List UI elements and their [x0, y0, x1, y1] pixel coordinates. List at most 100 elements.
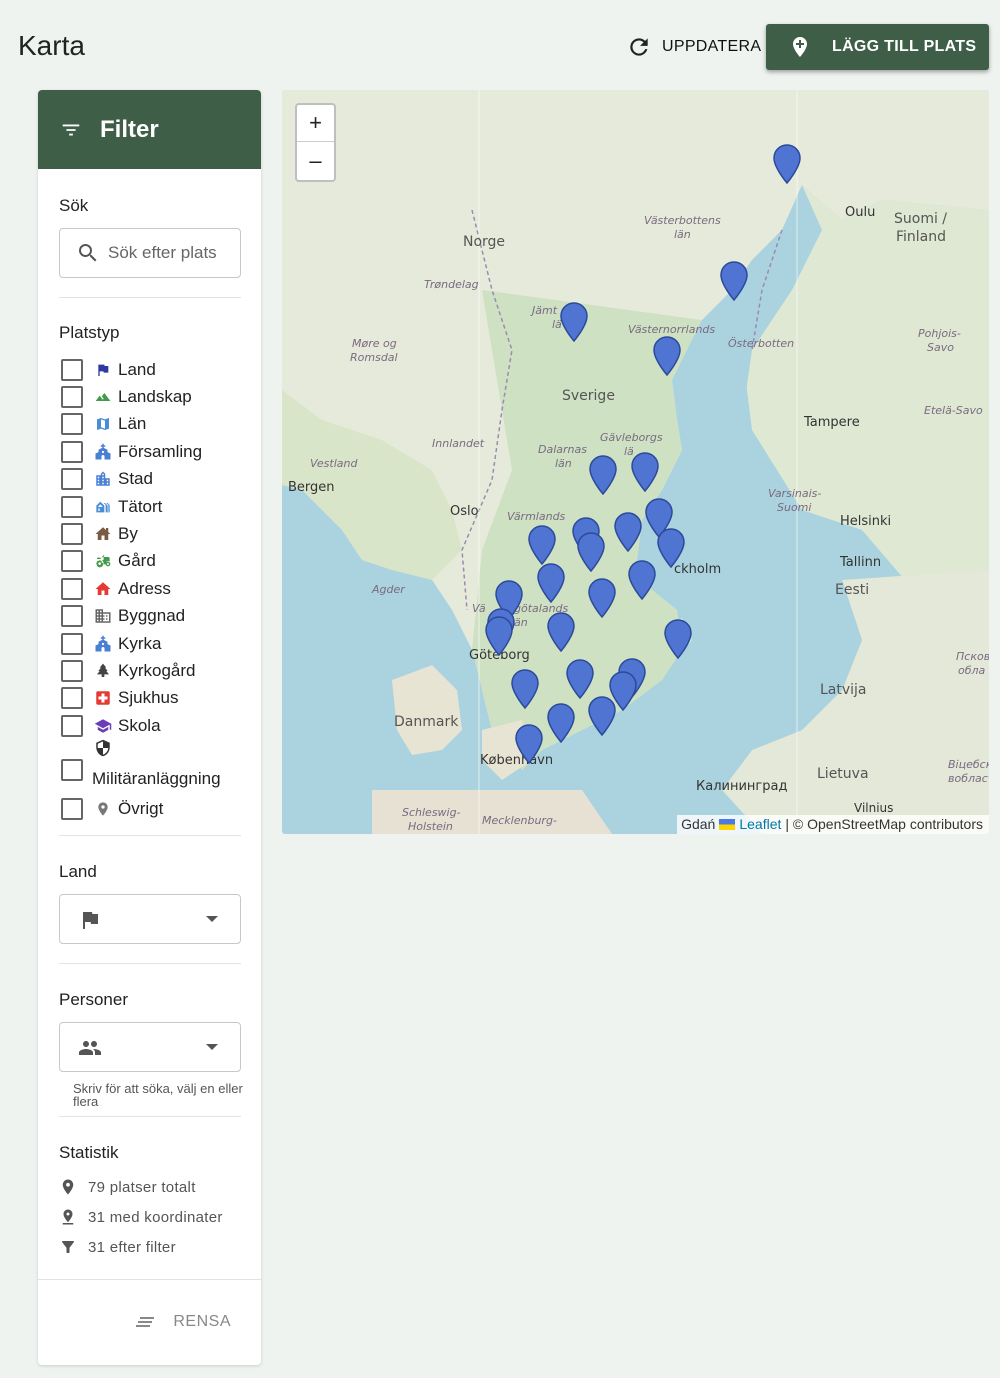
map-label-osterbotten: Österbotten — [728, 337, 795, 350]
map-label-bergen: Bergen — [288, 480, 335, 495]
map-marker[interactable] — [773, 144, 801, 185]
checkbox[interactable] — [61, 798, 83, 821]
checkbox[interactable] — [61, 358, 83, 381]
map-icon — [94, 415, 112, 433]
clear-button[interactable]: RENSA — [133, 1310, 231, 1334]
map-label-holstein: Holstein — [408, 820, 453, 833]
persons-select[interactable] — [59, 1022, 241, 1072]
place-type-label: Platstyp — [59, 323, 120, 342]
map-label-etela: Etelä-Savo — [924, 404, 983, 417]
type-option-by[interactable]: By — [59, 520, 249, 547]
type-option-byggnad[interactable]: Byggnad — [59, 603, 249, 630]
checkbox[interactable] — [61, 714, 83, 737]
type-option-landskap[interactable]: Landskap — [59, 383, 249, 410]
type-option-ovrigt[interactable]: Övrigt — [59, 795, 249, 822]
map-label-voblasts: вобласт — [948, 772, 989, 785]
map-label-oblast: обла — [958, 664, 986, 677]
place-icon — [62, 1179, 74, 1195]
ukraine-flag-icon — [719, 818, 736, 830]
type-label: Skola — [118, 715, 161, 735]
stat-filtered: 31 efter filter — [59, 1238, 176, 1256]
search-input[interactable] — [108, 243, 232, 263]
tractor-icon — [94, 552, 112, 570]
type-option-adress[interactable]: Adress — [59, 575, 249, 602]
type-option-stad[interactable]: Stad — [59, 466, 249, 493]
map-marker[interactable] — [657, 528, 685, 569]
map-marker[interactable] — [631, 452, 659, 493]
map-label-suomi2: Suomi — [777, 501, 812, 514]
checkbox[interactable] — [61, 468, 83, 491]
zoom-out-button[interactable]: – — [297, 142, 334, 179]
map-label-kaliningrad: Калининград — [696, 779, 788, 794]
search-field[interactable] — [59, 228, 241, 278]
type-label: Militäranläggning — [92, 769, 221, 789]
map-label-vestland: Vestland — [310, 457, 358, 470]
checkbox[interactable] — [61, 386, 83, 409]
map-label-vitebsk: Віцебск — [948, 758, 989, 771]
militar-label-wrap: Militäranläggning — [92, 739, 244, 795]
add-place-button[interactable]: LÄGG TILL PLATS — [766, 24, 989, 70]
city-icon — [94, 470, 112, 488]
map-label-vilnius: Vilnius — [854, 801, 894, 815]
map-marker[interactable] — [485, 616, 513, 657]
checkbox[interactable] — [61, 577, 83, 600]
leaflet-link[interactable]: Leaflet — [739, 816, 781, 832]
people-icon — [79, 1041, 101, 1055]
checkbox[interactable] — [61, 759, 83, 782]
holiday-village-icon — [94, 498, 112, 516]
hospital-icon — [94, 689, 112, 707]
type-option-sjukhus[interactable]: Sjukhus — [59, 685, 249, 712]
map-view[interactable]: Norge Sverige Suomi / Finland Eesti Latv… — [282, 90, 989, 834]
country-select[interactable] — [59, 894, 241, 944]
checkbox[interactable] — [61, 659, 83, 682]
map-marker[interactable] — [511, 669, 539, 710]
map-marker[interactable] — [588, 578, 616, 619]
type-option-tatort[interactable]: Tätort — [59, 493, 249, 520]
checkbox[interactable] — [61, 440, 83, 463]
checkbox[interactable] — [61, 687, 83, 710]
map-marker[interactable] — [547, 612, 575, 653]
map-marker[interactable] — [653, 336, 681, 377]
map-label-latvija: Latvija — [820, 682, 867, 698]
map-marker[interactable] — [589, 455, 617, 496]
type-option-forsamling[interactable]: Församling — [59, 438, 249, 465]
map-label-varsinais: Varsinais- — [768, 487, 822, 500]
map-marker[interactable] — [566, 659, 594, 700]
type-option-militar[interactable]: Militäranläggning — [59, 739, 249, 795]
checkbox[interactable] — [61, 632, 83, 655]
stat-total: 79 platser totalt — [59, 1178, 196, 1196]
type-option-kyrka[interactable]: Kyrka — [59, 630, 249, 657]
map-marker[interactable] — [614, 512, 642, 553]
checkbox[interactable] — [61, 605, 83, 628]
map-marker[interactable] — [588, 696, 616, 737]
map-marker[interactable] — [547, 703, 575, 744]
type-option-lan[interactable]: Län — [59, 411, 249, 438]
map-label-tampere: Tampere — [804, 415, 860, 430]
checkbox[interactable] — [61, 413, 83, 436]
attribution-prefix: Gdań — [681, 816, 716, 832]
refresh-icon — [630, 38, 648, 56]
map-marker[interactable] — [628, 560, 656, 601]
checkbox[interactable] — [61, 550, 83, 573]
type-label: Församling — [118, 441, 203, 461]
type-option-gard[interactable]: Gård — [59, 548, 249, 575]
map-marker[interactable] — [577, 532, 605, 573]
church-icon — [94, 635, 112, 653]
map-label-trondelag: Trøndelag — [424, 278, 479, 291]
type-option-land[interactable]: Land — [59, 356, 249, 383]
add-place-label: LÄGG TILL PLATS — [832, 38, 977, 55]
checkbox[interactable] — [61, 495, 83, 518]
type-option-kyrkogard[interactable]: Kyrkogård — [59, 657, 249, 684]
map-marker[interactable] — [515, 724, 543, 765]
map-marker[interactable] — [560, 302, 588, 343]
map-marker[interactable] — [664, 619, 692, 660]
checkbox[interactable] — [61, 523, 83, 546]
map-marker[interactable] — [528, 525, 556, 566]
type-label: Kyrka — [118, 633, 162, 653]
refresh-button[interactable]: UPPDATERA — [626, 30, 761, 64]
type-option-skola[interactable]: Skola — [59, 712, 249, 739]
map-marker[interactable] — [720, 261, 748, 302]
zoom-in-button[interactable]: + — [297, 105, 334, 142]
map-marker[interactable] — [537, 563, 565, 604]
type-label: Land — [118, 359, 156, 379]
